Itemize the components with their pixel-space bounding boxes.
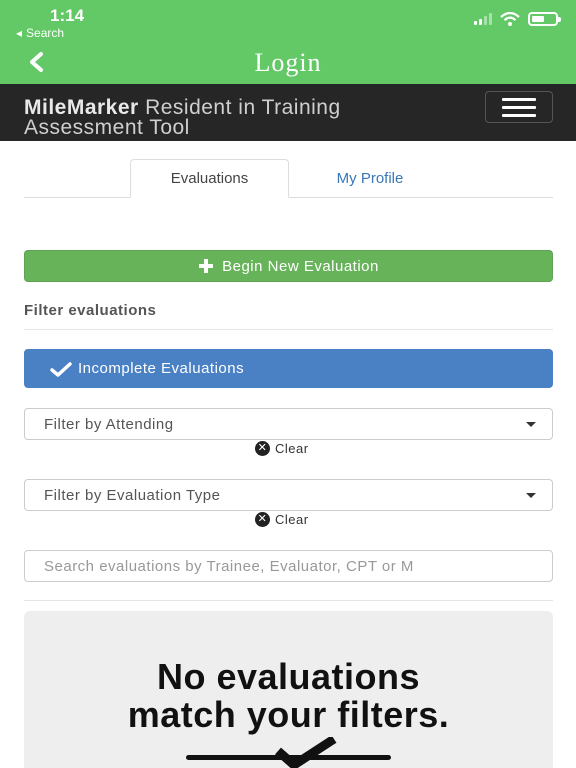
status-icons [474, 12, 561, 26]
plus-icon [199, 259, 214, 273]
empty-state-line-1: No evaluations [156, 656, 421, 697]
incomplete-evaluations-toggle[interactable]: Incomplete Evaluations [24, 349, 553, 388]
filter-section-label: Filter evaluations [24, 302, 157, 319]
empty-state-message: No evaluations match your filters. [24, 658, 553, 734]
clear-label: Clear [275, 512, 309, 527]
hamburger-menu-button[interactable] [485, 91, 553, 123]
cellular-signal-icon [474, 13, 492, 25]
filter-evaluation-type-select[interactable]: Filter by Evaluation Type [24, 479, 553, 511]
empty-state-card: No evaluations match your filters. [24, 611, 553, 768]
battery-icon [528, 12, 561, 26]
empty-state-line-2: match your filters. [127, 694, 450, 735]
back-app-label: Search [26, 26, 65, 40]
begin-new-evaluation-label: Begin New Evaluation [222, 257, 379, 275]
home-indicator[interactable] [186, 755, 391, 760]
filter-attending-placeholder: Filter by Attending [44, 415, 174, 433]
tab-my-profile[interactable]: My Profile [290, 159, 450, 198]
tab-evaluations[interactable]: Evaluations [130, 159, 289, 198]
caret-down-icon [526, 422, 536, 427]
checkmark-icon [50, 361, 72, 377]
search-evaluations-input[interactable] [24, 550, 553, 582]
clear-evaluation-type-button[interactable]: ✕ Clear [255, 512, 309, 527]
clear-x-icon: ✕ [255, 441, 270, 456]
divider [24, 329, 553, 330]
clear-x-icon: ✕ [255, 512, 270, 527]
filter-attending-select[interactable]: Filter by Attending [24, 408, 553, 440]
clear-label: Clear [275, 441, 309, 456]
back-to-search[interactable]: ◂ Search [16, 26, 64, 40]
large-checkmark-icon [275, 737, 337, 768]
status-time: 1:14 [50, 6, 85, 25]
begin-new-evaluation-button[interactable]: Begin New Evaluation [24, 250, 553, 282]
divider [24, 600, 553, 601]
filter-type-placeholder: Filter by Evaluation Type [44, 486, 221, 504]
incomplete-evaluations-label: Incomplete Evaluations [78, 360, 245, 377]
caret-down-icon [526, 493, 536, 498]
app-brand: MileMarker Resident in Training Assessme… [24, 97, 464, 138]
back-triangle-icon: ◂ [16, 26, 23, 40]
navigation-bar: 1:14 ◂ Search Login [0, 0, 576, 84]
clear-attending-button[interactable]: ✕ Clear [255, 441, 309, 456]
page-title: Login [254, 48, 322, 77]
wifi-icon [500, 12, 520, 26]
